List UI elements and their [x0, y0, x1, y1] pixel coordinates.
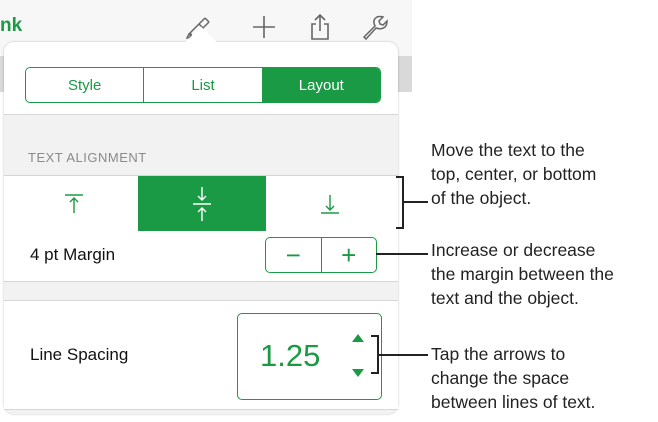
- popover-header: Style List Layout: [4, 42, 398, 115]
- align-top-icon: [65, 193, 83, 213]
- spacing-callout-text: Tap the arrows to change the space betwe…: [431, 344, 596, 412]
- decrease-margin-button[interactable]: −: [266, 238, 322, 272]
- margin-label: 4 pt Margin: [30, 245, 116, 264]
- plus-icon[interactable]: [249, 12, 279, 42]
- line-spacing-row: Line Spacing 1.25: [4, 300, 398, 410]
- margin-row: 4 pt Margin − +: [4, 231, 398, 282]
- margin-stepper: − +: [265, 237, 377, 273]
- align-bottom-icon: [321, 194, 339, 214]
- format-tabs: Style List Layout: [25, 67, 381, 103]
- wrench-icon[interactable]: [359, 12, 389, 42]
- alignment-callout-text: Move the text to the top, center, or bot…: [431, 140, 597, 208]
- line-spacing-label: Line Spacing: [30, 345, 129, 364]
- line-spacing-value: 1.25: [260, 338, 321, 373]
- margin-callout-text: Increase or decrease the margin between …: [431, 240, 614, 308]
- increase-spacing-arrow-icon[interactable]: [352, 334, 364, 342]
- tab-style[interactable]: Style: [26, 68, 145, 102]
- text-alignment-row: [4, 175, 398, 232]
- increase-margin-button[interactable]: +: [322, 238, 377, 272]
- section-title-text-alignment: TEXT ALIGNMENT: [28, 150, 147, 165]
- decrease-spacing-arrow-icon[interactable]: [352, 369, 364, 377]
- back-button-label[interactable]: nk: [0, 15, 22, 37]
- align-bottom-button[interactable]: [266, 176, 394, 231]
- align-middle-icon: [193, 186, 211, 221]
- align-top-button[interactable]: [10, 176, 138, 231]
- share-icon[interactable]: [305, 12, 335, 42]
- tab-list[interactable]: List: [144, 68, 263, 102]
- tab-layout[interactable]: Layout: [262, 68, 380, 102]
- line-spacing-stepper: 1.25: [237, 313, 382, 400]
- align-middle-button[interactable]: [138, 176, 266, 231]
